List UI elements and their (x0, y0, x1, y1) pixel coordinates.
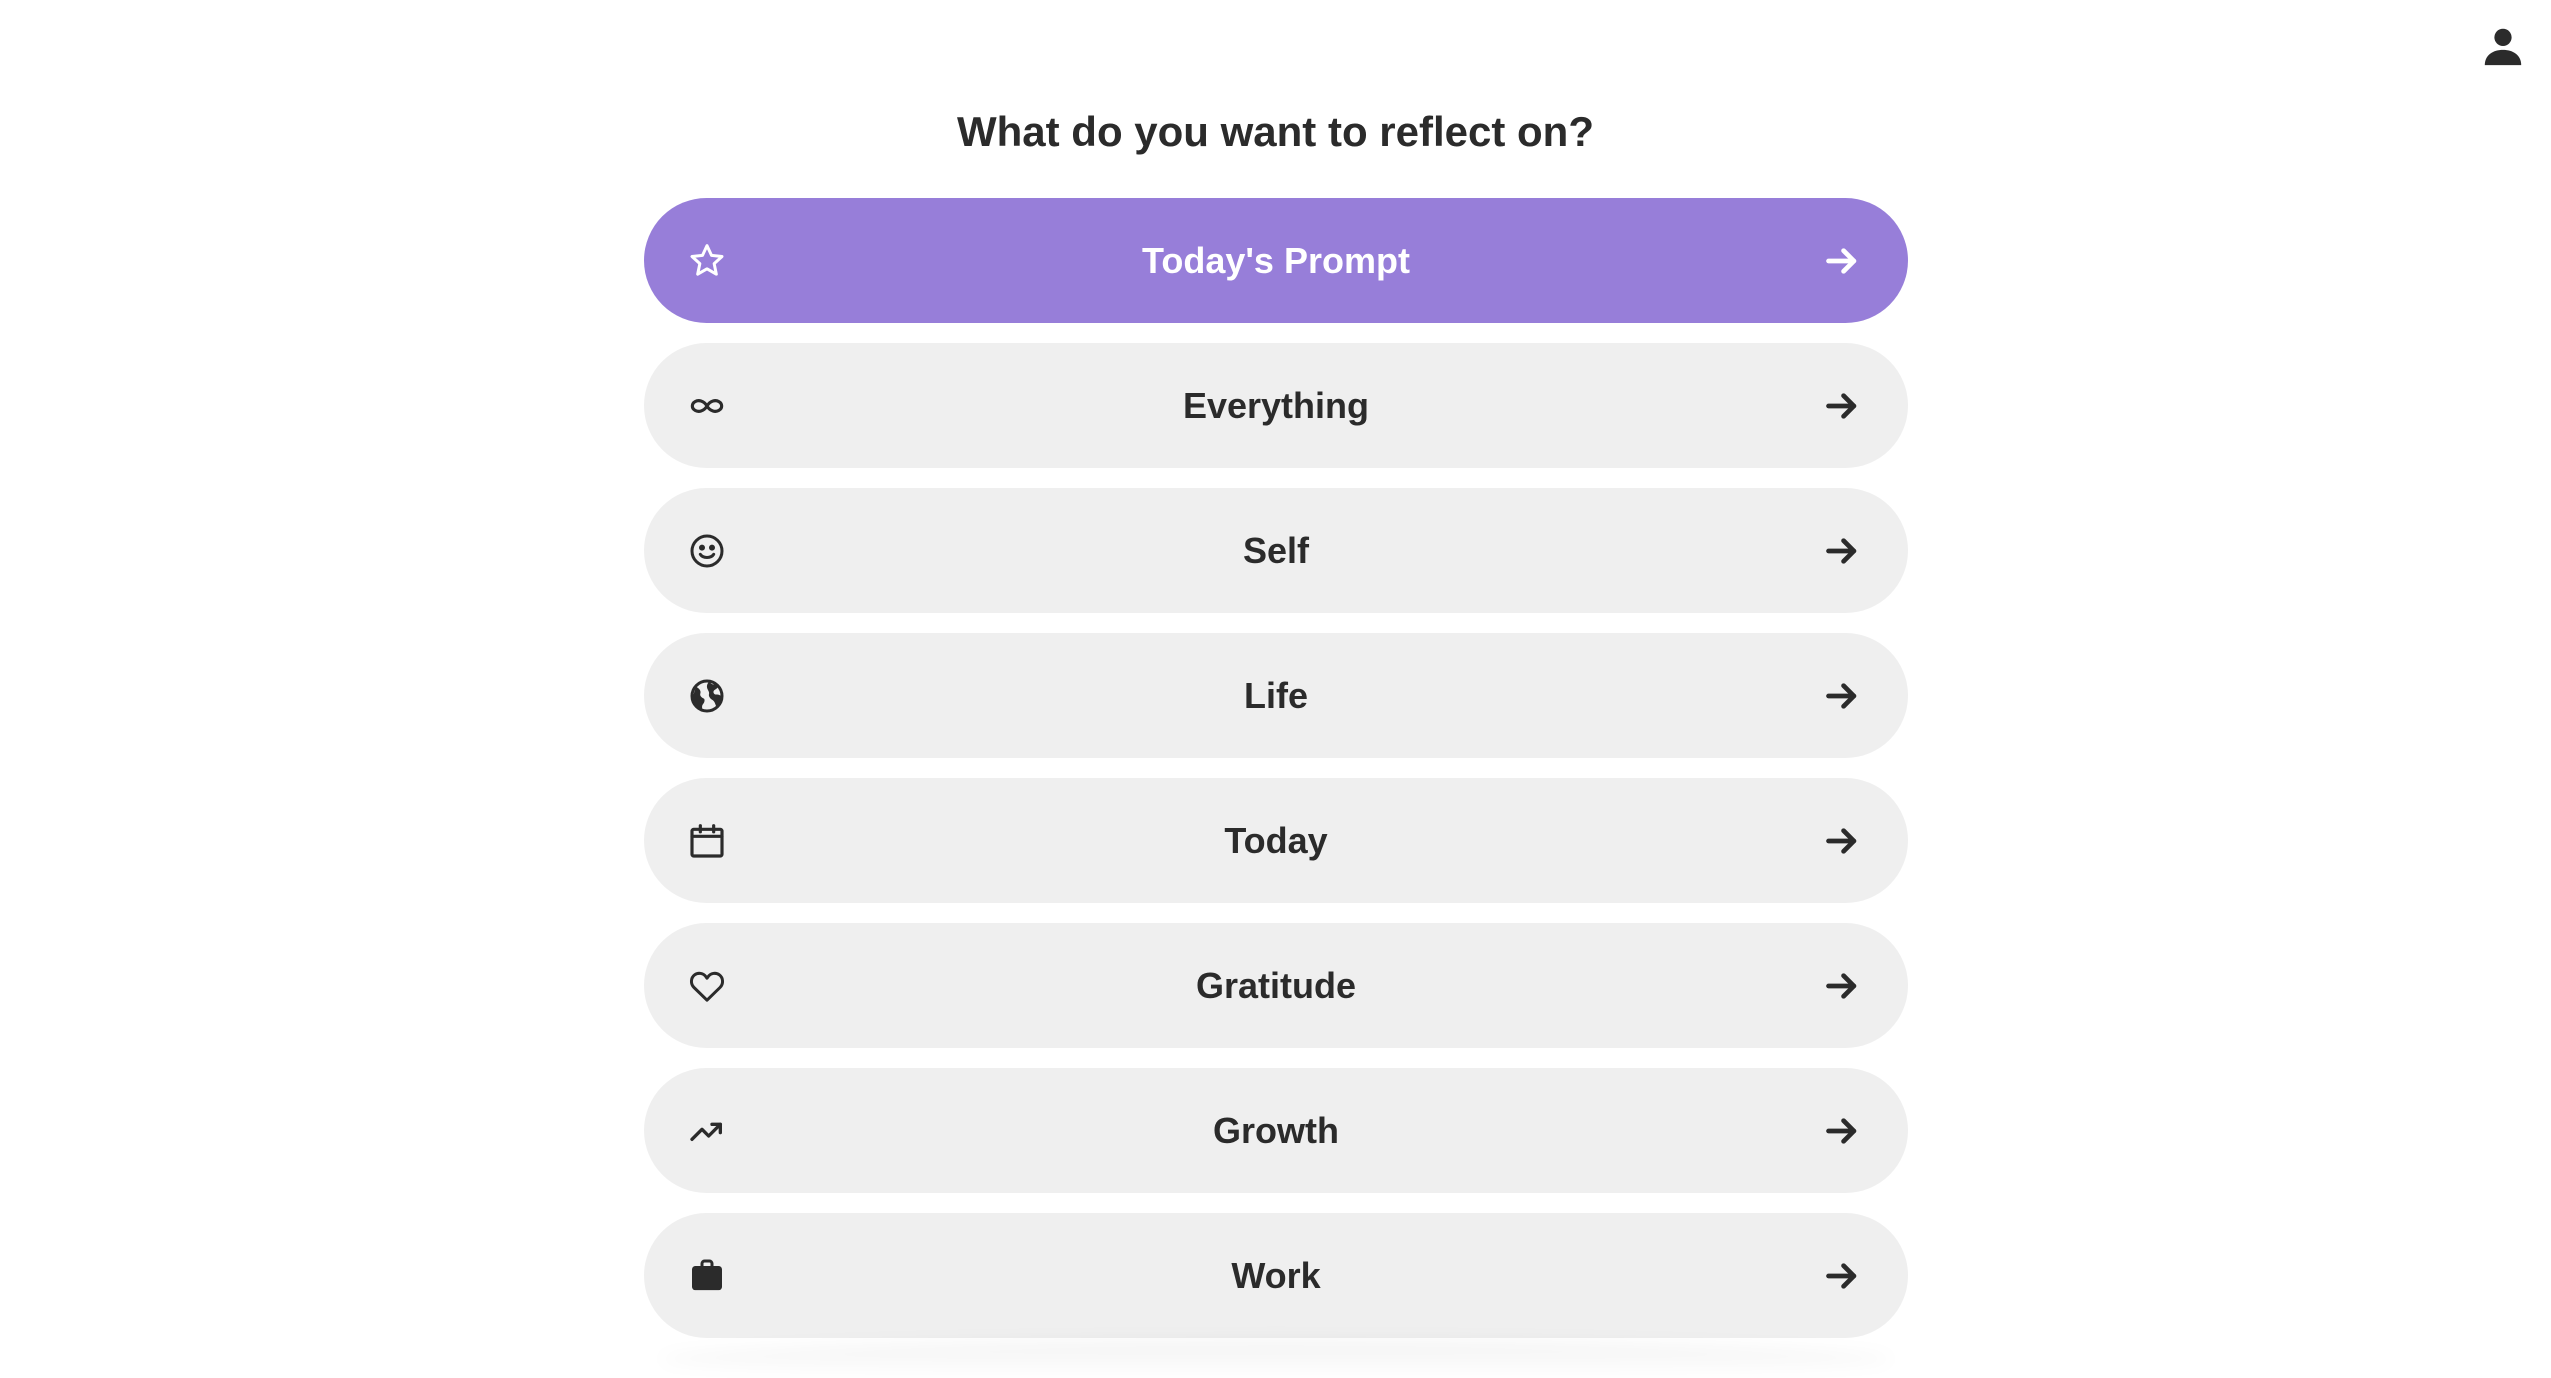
calendar-icon (686, 820, 728, 862)
infinity-icon (686, 385, 728, 427)
topic-item-self[interactable]: Self (644, 488, 1908, 613)
topic-item-growth[interactable]: Growth (644, 1068, 1908, 1193)
trending-up-icon (686, 1110, 728, 1152)
topic-item-life[interactable]: Life (644, 633, 1908, 758)
person-icon (2480, 23, 2526, 69)
globe-icon (686, 675, 728, 717)
topic-label: Everything (1182, 384, 1370, 426)
arrow-right-icon (1822, 241, 1862, 281)
topic-item-gratitude[interactable]: Gratitude (644, 923, 1908, 1048)
arrow-right-icon (1822, 386, 1862, 426)
topic-label: Today (1224, 819, 1328, 861)
arrow-right-icon (1822, 1256, 1862, 1296)
arrow-right-icon (1822, 821, 1862, 861)
topic-item-todays-prompt[interactable]: Today's Prompt (644, 198, 1908, 323)
topic-list: Today's Prompt Everything Self Life Toda… (644, 198, 1908, 1358)
topic-item-work[interactable]: Work (644, 1213, 1908, 1338)
topic-label: Self (1242, 529, 1310, 571)
page-title: What do you want to reflect on? (957, 108, 1594, 155)
topic-label: Growth (1213, 1109, 1339, 1151)
arrow-right-icon (1822, 531, 1862, 571)
arrow-right-icon (1822, 676, 1862, 716)
topic-item-everything[interactable]: Everything (644, 343, 1908, 468)
heart-icon (686, 965, 728, 1007)
topic-label: Life (1243, 674, 1308, 716)
topic-item-today[interactable]: Today (644, 778, 1908, 903)
topic-label: Work (1231, 1254, 1321, 1296)
profile-button[interactable] (2475, 18, 2531, 74)
smiley-icon (686, 530, 728, 572)
topic-label: Today's Prompt (1142, 239, 1410, 281)
topic-label: Gratitude (1195, 964, 1356, 1006)
arrow-right-icon (1822, 1111, 1862, 1151)
arrow-right-icon (1822, 966, 1862, 1006)
star-icon (686, 240, 728, 282)
briefcase-icon (686, 1255, 728, 1297)
